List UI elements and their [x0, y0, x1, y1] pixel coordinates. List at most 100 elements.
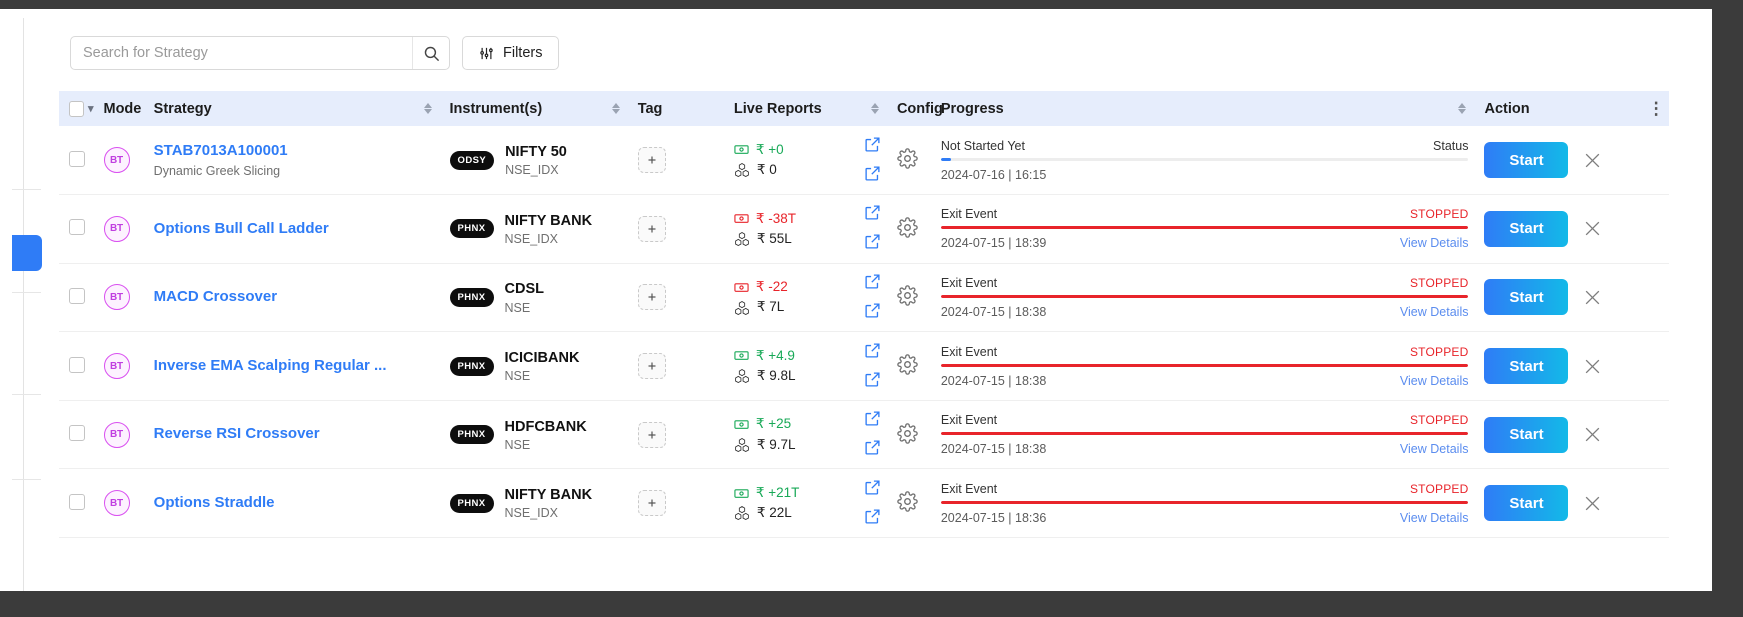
remove-strategy-button[interactable]: [1583, 425, 1602, 444]
row-strategy-cell[interactable]: Options Bull Call Ladder: [144, 195, 440, 264]
open-margin-report-button[interactable]: [864, 508, 881, 528]
row-strategy-cell[interactable]: MACD Crossover: [144, 263, 440, 332]
chevron-down-icon[interactable]: ▾: [88, 102, 94, 115]
config-settings-button[interactable]: [897, 491, 918, 515]
row-select-cell[interactable]: [59, 195, 94, 264]
start-button[interactable]: Start: [1484, 416, 1569, 453]
row-checkbox[interactable]: [69, 493, 85, 510]
header-strategy[interactable]: Strategy: [143, 91, 440, 126]
strategy-name-link[interactable]: STAB7013A100001: [154, 142, 440, 161]
config-settings-button[interactable]: [897, 422, 918, 447]
row-config-cell[interactable]: [887, 469, 931, 538]
sort-icon-strategy[interactable]: [423, 103, 432, 114]
table-row[interactable]: BT STAB7013A100001 Dynamic Greek Slicing…: [59, 126, 1669, 195]
row-tag-cell[interactable]: [628, 332, 724, 401]
row-tag-cell[interactable]: [628, 195, 724, 264]
add-tag-button[interactable]: [637, 490, 666, 517]
config-settings-button[interactable]: [897, 285, 918, 309]
row-config-cell[interactable]: [887, 332, 931, 401]
row-config-cell[interactable]: [887, 195, 931, 264]
open-margin-report-button[interactable]: [864, 165, 881, 185]
select-all-checkbox[interactable]: [69, 100, 84, 117]
sidebar-active-indicator[interactable]: [12, 235, 42, 271]
add-tag-button[interactable]: [637, 353, 666, 380]
strategy-name-link[interactable]: Options Bull Call Ladder: [154, 220, 440, 239]
header-options[interactable]: ⋮: [1637, 91, 1669, 126]
add-tag-button[interactable]: [637, 284, 666, 311]
add-tag-button[interactable]: [637, 147, 666, 174]
remove-strategy-button[interactable]: [1583, 151, 1602, 170]
view-details-link[interactable]: View Details: [1400, 236, 1469, 250]
row-config-cell[interactable]: [887, 126, 931, 195]
start-button[interactable]: Start: [1484, 485, 1569, 522]
row-checkbox[interactable]: [69, 356, 85, 373]
start-button[interactable]: Start: [1484, 210, 1569, 247]
row-checkbox[interactable]: [69, 287, 85, 304]
sort-icon-instruments[interactable]: [611, 103, 620, 114]
row-select-cell[interactable]: [59, 400, 94, 469]
view-details-link[interactable]: View Details: [1400, 305, 1469, 319]
view-details-link[interactable]: View Details: [1400, 374, 1469, 388]
row-strategy-cell[interactable]: STAB7013A100001 Dynamic Greek Slicing: [144, 126, 440, 195]
open-margin-report-button[interactable]: [864, 302, 881, 322]
row-select-cell[interactable]: [59, 126, 94, 195]
row-select-cell[interactable]: [59, 469, 94, 538]
remove-strategy-button[interactable]: [1583, 219, 1602, 238]
open-margin-report-button[interactable]: [864, 371, 881, 391]
open-margin-report-button[interactable]: [864, 439, 881, 459]
table-row[interactable]: BT Reverse RSI Crossover PHNX HDFCBANK N…: [59, 400, 1669, 469]
open-margin-report-button[interactable]: [864, 233, 881, 253]
row-strategy-cell[interactable]: Reverse RSI Crossover: [144, 400, 440, 469]
config-settings-button[interactable]: [897, 354, 918, 378]
row-strategy-cell[interactable]: Inverse EMA Scalping Regular ...: [144, 332, 440, 401]
row-checkbox[interactable]: [69, 150, 85, 167]
header-live-reports[interactable]: Live Reports: [723, 91, 887, 126]
search-input[interactable]: [71, 37, 412, 69]
start-button[interactable]: Start: [1484, 348, 1569, 385]
strategy-name-link[interactable]: Reverse RSI Crossover: [154, 425, 440, 444]
row-config-cell[interactable]: [887, 263, 931, 332]
add-tag-button[interactable]: [637, 215, 666, 242]
strategy-name-link[interactable]: Options Straddle: [154, 494, 440, 513]
row-tag-cell[interactable]: [628, 400, 724, 469]
table-row[interactable]: BT Options Bull Call Ladder PHNX NIFTY B…: [59, 195, 1669, 264]
config-settings-button[interactable]: [897, 148, 918, 172]
sort-icon-live-reports[interactable]: [870, 103, 879, 114]
search-box[interactable]: [70, 36, 450, 70]
table-row[interactable]: BT MACD Crossover PHNX CDSL NSE ₹ -22 ₹ …: [59, 263, 1669, 332]
sort-icon-progress[interactable]: [1458, 103, 1467, 114]
open-pnl-report-button[interactable]: [864, 342, 881, 362]
search-button[interactable]: [412, 37, 449, 69]
header-instruments[interactable]: Instrument(s): [439, 91, 628, 126]
open-pnl-report-button[interactable]: [864, 479, 881, 499]
open-pnl-report-button[interactable]: [864, 273, 881, 293]
header-select-all[interactable]: ▾: [59, 91, 94, 126]
start-button[interactable]: Start: [1484, 142, 1569, 179]
row-select-cell[interactable]: [59, 332, 94, 401]
row-checkbox[interactable]: [69, 219, 85, 236]
view-details-link[interactable]: View Details: [1400, 511, 1469, 525]
row-strategy-cell[interactable]: Options Straddle: [144, 469, 440, 538]
view-details-link[interactable]: View Details: [1400, 442, 1469, 456]
kebab-menu-icon[interactable]: ⋮: [1648, 99, 1666, 118]
row-checkbox[interactable]: [69, 425, 85, 442]
header-progress[interactable]: Progress: [930, 91, 1475, 126]
strategy-name-link[interactable]: Inverse EMA Scalping Regular ...: [154, 357, 440, 376]
row-tag-cell[interactable]: [628, 263, 724, 332]
remove-strategy-button[interactable]: [1583, 494, 1602, 513]
remove-strategy-button[interactable]: [1583, 288, 1602, 307]
table-row[interactable]: BT Options Straddle PHNX NIFTY BANK NSE_…: [59, 469, 1669, 538]
row-tag-cell[interactable]: [628, 469, 724, 538]
strategy-name-link[interactable]: MACD Crossover: [154, 288, 440, 307]
table-row[interactable]: BT Inverse EMA Scalping Regular ... PHNX…: [59, 332, 1669, 401]
add-tag-button[interactable]: [637, 421, 666, 448]
open-pnl-report-button[interactable]: [864, 204, 881, 224]
filters-button[interactable]: Filters: [462, 36, 560, 70]
remove-strategy-button[interactable]: [1583, 357, 1602, 376]
row-tag-cell[interactable]: [628, 126, 724, 195]
open-pnl-report-button[interactable]: [864, 410, 881, 430]
row-config-cell[interactable]: [887, 400, 931, 469]
config-settings-button[interactable]: [897, 217, 918, 241]
open-pnl-report-button[interactable]: [864, 136, 881, 156]
start-button[interactable]: Start: [1484, 279, 1569, 316]
